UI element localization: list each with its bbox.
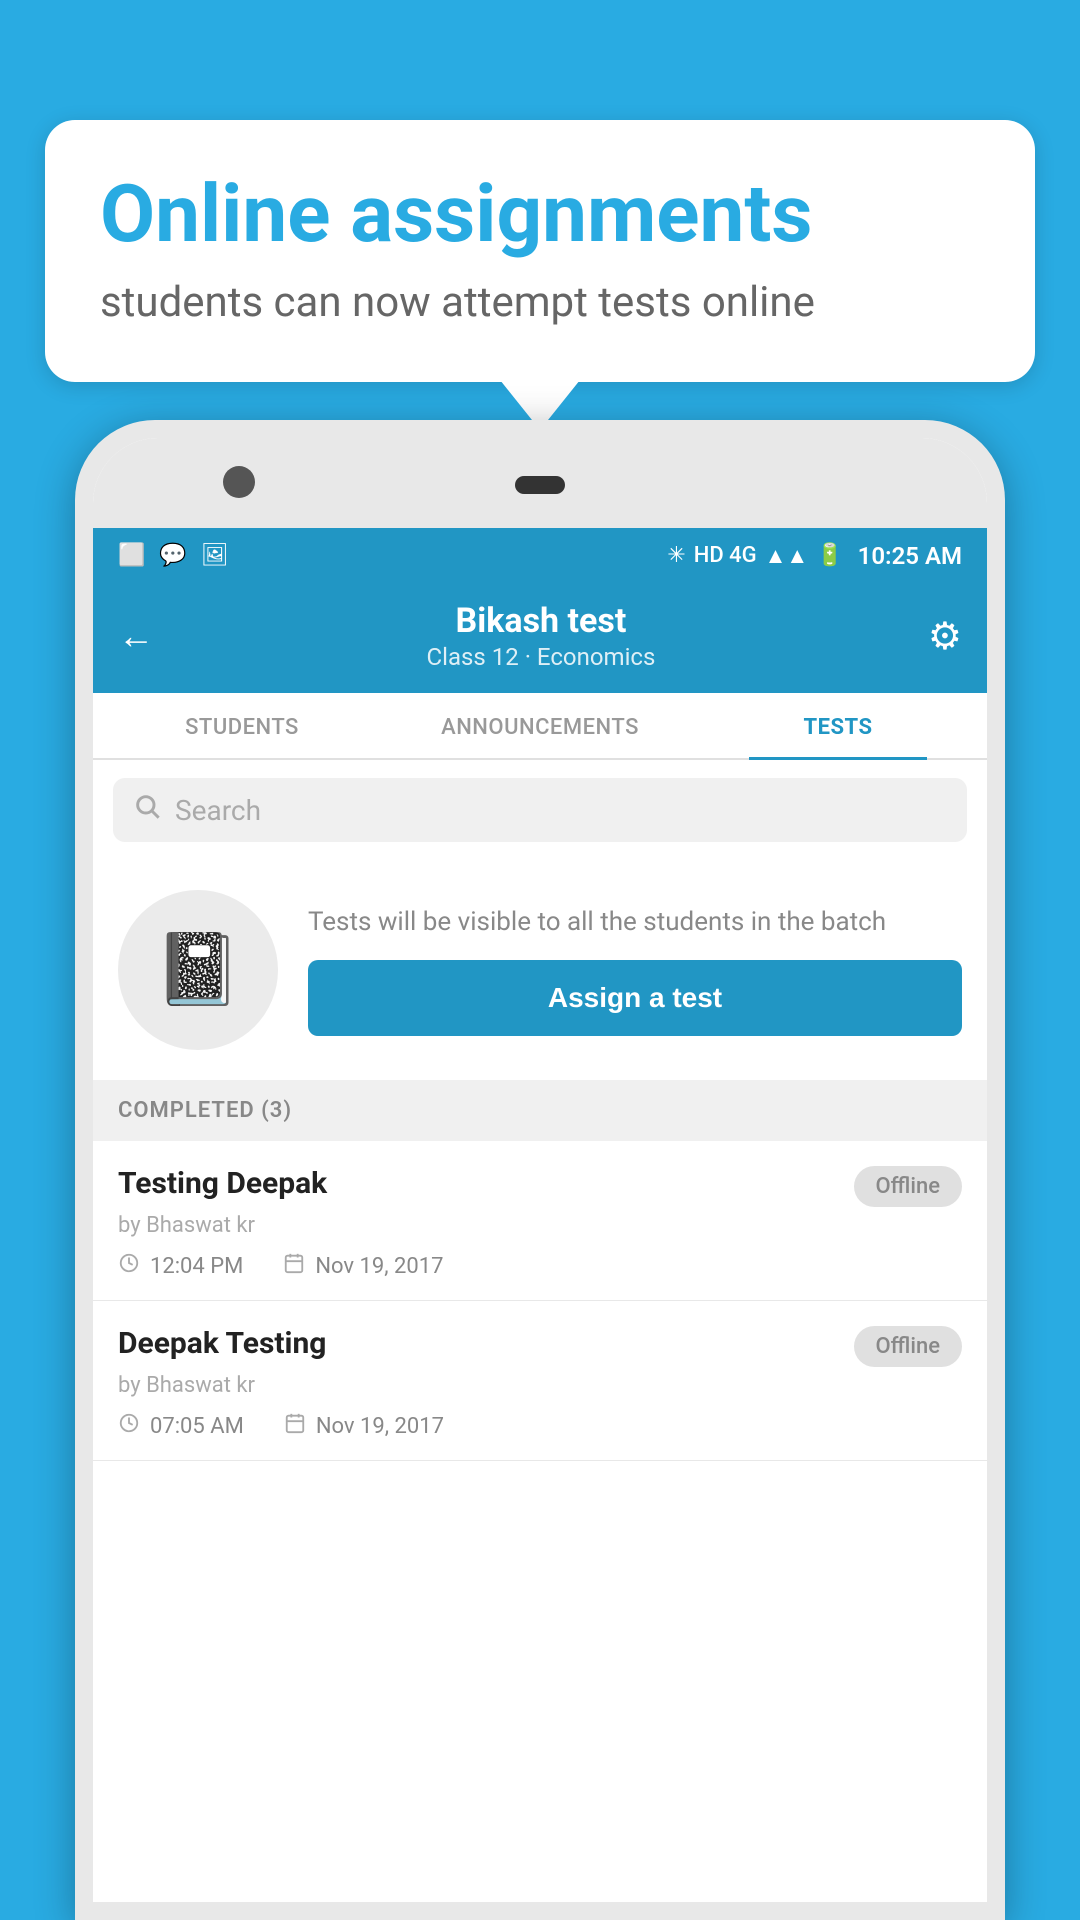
header-subtitle: Class 12 · Economics bbox=[427, 643, 656, 671]
test-name: Testing Deepak bbox=[118, 1166, 327, 1201]
tab-announcements[interactable]: ANNOUNCEMENTS bbox=[391, 693, 689, 758]
test-badge: Offline bbox=[854, 1166, 962, 1207]
test-date-value: Nov 19, 2017 bbox=[316, 1414, 444, 1439]
tabs-bar: STUDENTS ANNOUNCEMENTS TESTS bbox=[93, 693, 987, 760]
back-button[interactable]: ← bbox=[118, 615, 154, 657]
assign-test-button[interactable]: Assign a test bbox=[308, 960, 962, 1036]
status-bar: ⬜ 💬 🖼 ✳ HD 4G ▲▲ 🔋 10:25 AM bbox=[93, 528, 987, 583]
gallery-icon: 🖼 bbox=[201, 543, 229, 568]
tab-students[interactable]: STUDENTS bbox=[93, 693, 391, 758]
test-item[interactable]: Deepak Testing Offline by Bhaswat kr 07:… bbox=[93, 1301, 987, 1461]
test-time-value: 12:04 PM bbox=[150, 1254, 243, 1279]
test-time: 12:04 PM bbox=[118, 1252, 243, 1280]
search-container: Search bbox=[93, 760, 987, 860]
test-time-value: 07:05 AM bbox=[150, 1414, 244, 1439]
tab-tests[interactable]: TESTS bbox=[689, 693, 987, 758]
phone-sensor bbox=[515, 476, 565, 494]
search-placeholder: Search bbox=[175, 794, 261, 827]
test-item-header: Deepak Testing Offline bbox=[118, 1326, 962, 1367]
test-meta: 12:04 PM Nov 19, 2017 bbox=[118, 1252, 962, 1280]
status-left-icons: ⬜ 💬 🖼 bbox=[118, 543, 229, 568]
calendar-icon bbox=[283, 1252, 305, 1280]
settings-button[interactable]: ⚙ bbox=[928, 614, 962, 659]
whatsapp-icon: 💬 bbox=[159, 543, 186, 568]
test-badge: Offline bbox=[854, 1326, 962, 1367]
search-bar[interactable]: Search bbox=[113, 778, 967, 842]
calendar-icon bbox=[284, 1412, 306, 1440]
battery-icon: 🔋 bbox=[816, 543, 843, 568]
assign-section: 📓 Tests will be visible to all the stude… bbox=[93, 860, 987, 1080]
test-author: by Bhaswat kr bbox=[118, 1213, 962, 1238]
hd-4g-label: HD 4G bbox=[694, 543, 757, 568]
test-item[interactable]: Testing Deepak Offline by Bhaswat kr 12:… bbox=[93, 1141, 987, 1301]
bubble-subtitle: students can now attempt tests online bbox=[100, 278, 980, 327]
bluetooth-icon: ✳ bbox=[667, 543, 685, 568]
test-time: 07:05 AM bbox=[118, 1412, 244, 1440]
bubble-title: Online assignments bbox=[100, 170, 980, 258]
clock-icon bbox=[118, 1412, 140, 1440]
assign-right: Tests will be visible to all the student… bbox=[308, 904, 962, 1036]
header-title: Bikash test bbox=[427, 601, 656, 641]
search-icon bbox=[133, 792, 161, 828]
phone-frame: ⬜ 💬 🖼 ✳ HD 4G ▲▲ 🔋 10:25 AM ← Bikash tes… bbox=[75, 420, 1005, 1920]
test-name: Deepak Testing bbox=[118, 1326, 326, 1361]
test-date-value: Nov 19, 2017 bbox=[315, 1254, 443, 1279]
test-author: by Bhaswat kr bbox=[118, 1373, 962, 1398]
test-meta: 07:05 AM Nov 19, 2017 bbox=[118, 1412, 962, 1440]
clock-icon bbox=[118, 1252, 140, 1280]
test-date: Nov 19, 2017 bbox=[284, 1412, 444, 1440]
test-item-header: Testing Deepak Offline bbox=[118, 1166, 962, 1207]
test-date: Nov 19, 2017 bbox=[283, 1252, 443, 1280]
status-time: 10:25 AM bbox=[858, 542, 962, 570]
app-header: ← Bikash test Class 12 · Economics ⚙ bbox=[93, 583, 987, 693]
phone-camera-area bbox=[93, 438, 987, 528]
phone-inner: ⬜ 💬 🖼 ✳ HD 4G ▲▲ 🔋 10:25 AM ← Bikash tes… bbox=[93, 438, 987, 1902]
camera-lens bbox=[223, 466, 255, 498]
app1-icon: ⬜ bbox=[118, 543, 145, 568]
assign-description: Tests will be visible to all the student… bbox=[308, 904, 962, 940]
header-center: Bikash test Class 12 · Economics bbox=[427, 601, 656, 671]
completed-header: COMPLETED (3) bbox=[93, 1080, 987, 1141]
assign-icon-circle: 📓 bbox=[118, 890, 278, 1050]
signal-icon: ▲▲ bbox=[765, 543, 809, 569]
speech-bubble: Online assignments students can now atte… bbox=[45, 120, 1035, 382]
status-right-icons: ✳ HD 4G ▲▲ 🔋 10:25 AM bbox=[667, 542, 962, 570]
notebook-icon: 📓 bbox=[154, 929, 241, 1011]
